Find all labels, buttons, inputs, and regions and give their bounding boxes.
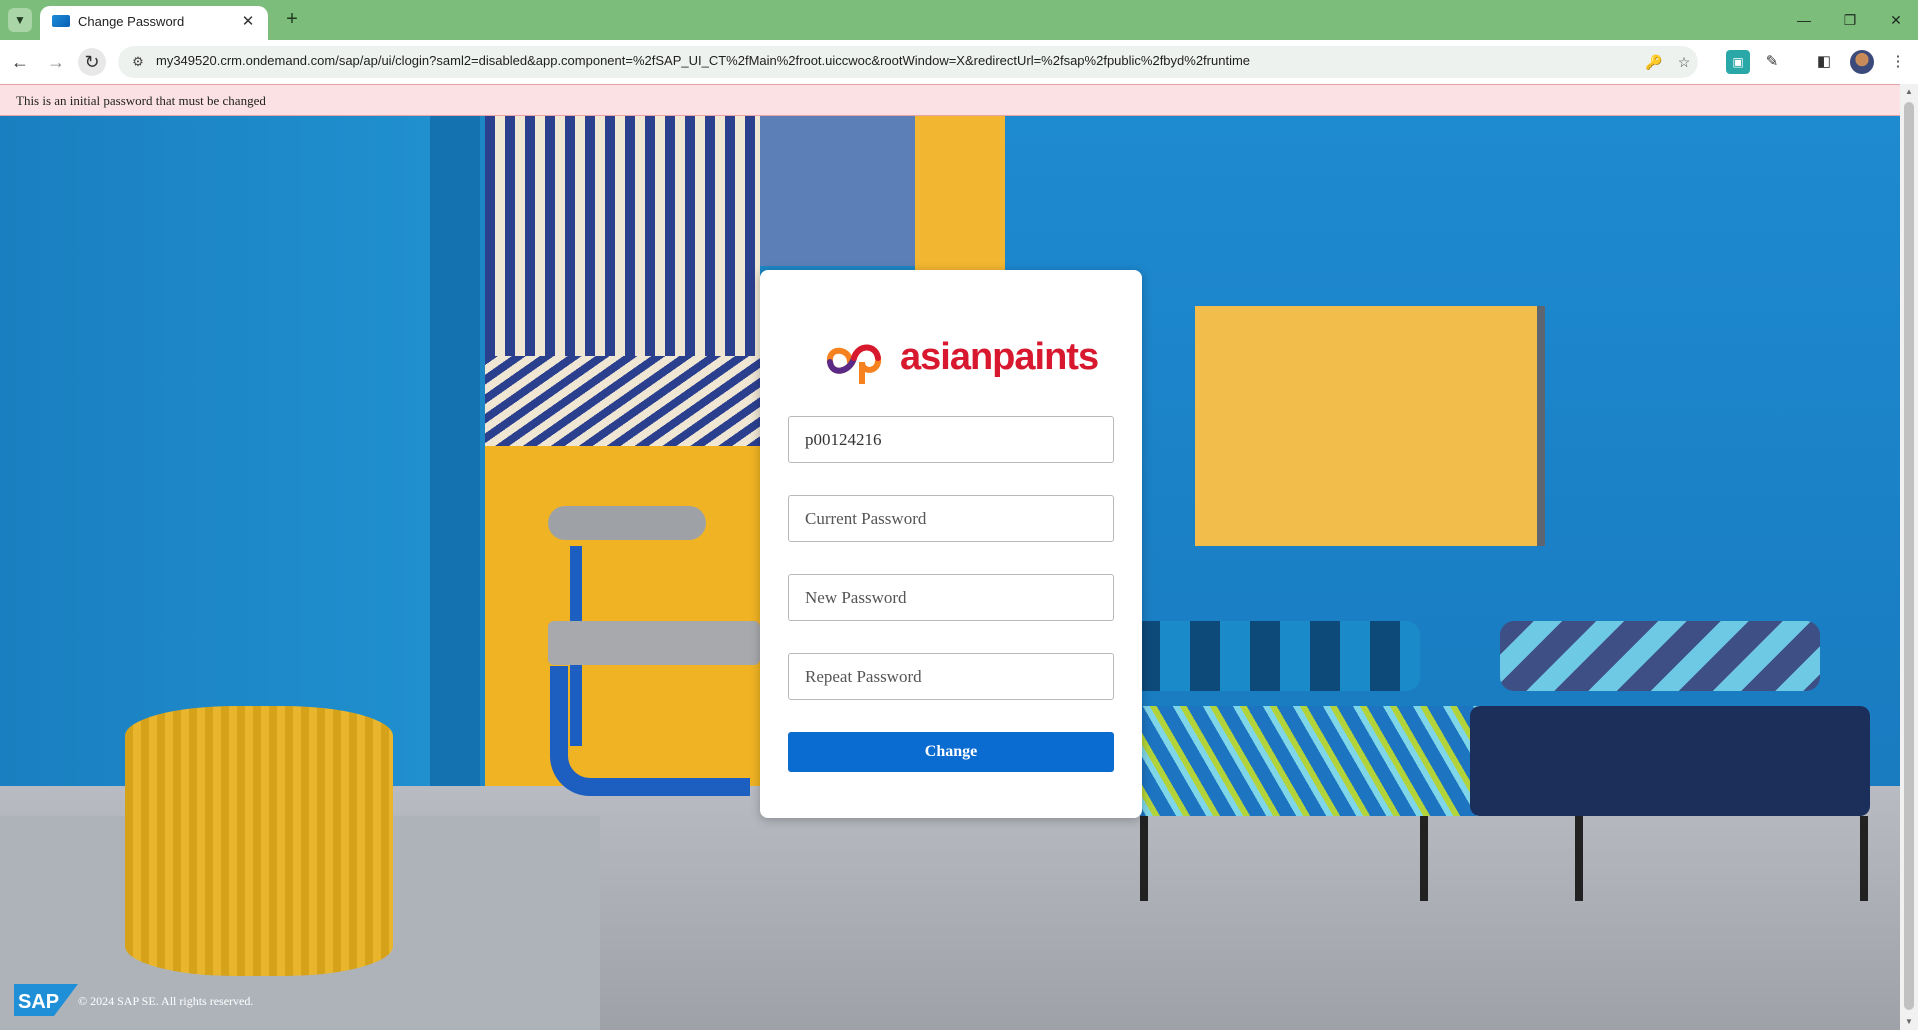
site-info-icon[interactable]: ⚙	[128, 52, 148, 72]
bg-grey-panel	[760, 116, 915, 266]
browser-tab-active[interactable]: Change Password ✕	[40, 6, 268, 40]
url-text: my349520.crm.ondemand.com/sap/ap/ui/clog…	[156, 53, 1251, 68]
browser-tabstrip: ▼ Change Password ✕ + — ❐ ✕	[0, 0, 1918, 40]
chevron-down-icon: ▼	[14, 13, 26, 27]
password-key-icon[interactable]: 🔑	[1644, 52, 1664, 72]
repeat-password-field[interactable]	[788, 653, 1114, 700]
logo-wordmark: asianpaints	[900, 336, 1099, 378]
restore-icon[interactable]: ❐	[1830, 6, 1870, 34]
copyright-text: © 2024 SAP SE. All rights reserved.	[78, 994, 254, 1008]
menu-kebab-icon[interactable]: ⋮	[1886, 50, 1910, 74]
minimize-icon[interactable]: —	[1784, 6, 1824, 34]
browser-toolbar: ← → ↻ ⚙ my349520.crm.ondemand.com/sap/ap…	[0, 40, 1918, 84]
scroll-down-icon[interactable]: ▼	[1900, 1014, 1918, 1030]
scroll-thumb[interactable]	[1904, 102, 1914, 1010]
bg-sofa-leg	[1575, 816, 1583, 901]
scroll-up-icon[interactable]: ▲	[1900, 84, 1918, 100]
bg-sofa-leg	[1420, 816, 1428, 901]
profile-avatar[interactable]	[1850, 50, 1874, 74]
page-scrollbar[interactable]: ▲ ▼	[1900, 84, 1918, 1030]
sap-logo-text: SAP	[18, 991, 59, 1013]
bg-sofa-right-seat	[1470, 706, 1870, 816]
bg-chair-back	[548, 506, 706, 540]
bg-yellow-frame	[1195, 306, 1537, 546]
back-icon[interactable]: ←	[6, 48, 34, 76]
bg-sofa-right-back	[1500, 621, 1820, 691]
asianpaints-logo: asianpaints	[824, 332, 1099, 387]
change-button[interactable]: Change	[788, 732, 1114, 772]
reload-icon[interactable]: ↻	[78, 48, 106, 76]
tab-close-icon[interactable]: ✕	[238, 12, 258, 32]
asianpaints-logo-icon	[826, 344, 882, 387]
bg-chair-seat	[548, 621, 760, 665]
banner-message: This is an initial password that must be…	[16, 93, 266, 108]
new-password-field[interactable]	[788, 574, 1114, 621]
sap-logo: SAP	[14, 984, 78, 1016]
bg-rug-diagonal	[485, 356, 760, 446]
address-bar[interactable]: ⚙ my349520.crm.ondemand.com/sap/ap/ui/cl…	[118, 46, 1698, 78]
bg-sofa-leg	[1140, 816, 1148, 901]
bookmark-star-icon[interactable]: ☆	[1674, 52, 1694, 72]
forward-icon[interactable]: →	[42, 48, 70, 76]
change-password-card: asianpaints Change	[760, 270, 1142, 818]
tab-title: Change Password	[78, 14, 185, 29]
bg-sofa-leg	[1860, 816, 1868, 901]
tab-search-button[interactable]: ▼	[8, 8, 32, 32]
new-tab-icon[interactable]: +	[280, 8, 304, 32]
bg-wall-edge	[430, 116, 480, 876]
current-password-field[interactable]	[788, 495, 1114, 542]
initial-password-banner: This is an initial password that must be…	[0, 84, 1900, 116]
close-window-icon[interactable]: ✕	[1876, 6, 1916, 34]
side-panel-icon[interactable]: ◧	[1812, 50, 1836, 74]
extension-icon[interactable]: ▣	[1726, 50, 1750, 74]
extensions-puzzle-icon[interactable]: ✎	[1760, 50, 1784, 74]
sap-favicon-icon	[52, 15, 70, 27]
bg-yellow-stool	[125, 706, 393, 976]
bg-chair-base	[550, 666, 750, 796]
username-field[interactable]	[788, 416, 1114, 463]
bg-sofa-left-back	[1130, 621, 1420, 691]
bg-sofa-left-seat	[1130, 706, 1490, 816]
